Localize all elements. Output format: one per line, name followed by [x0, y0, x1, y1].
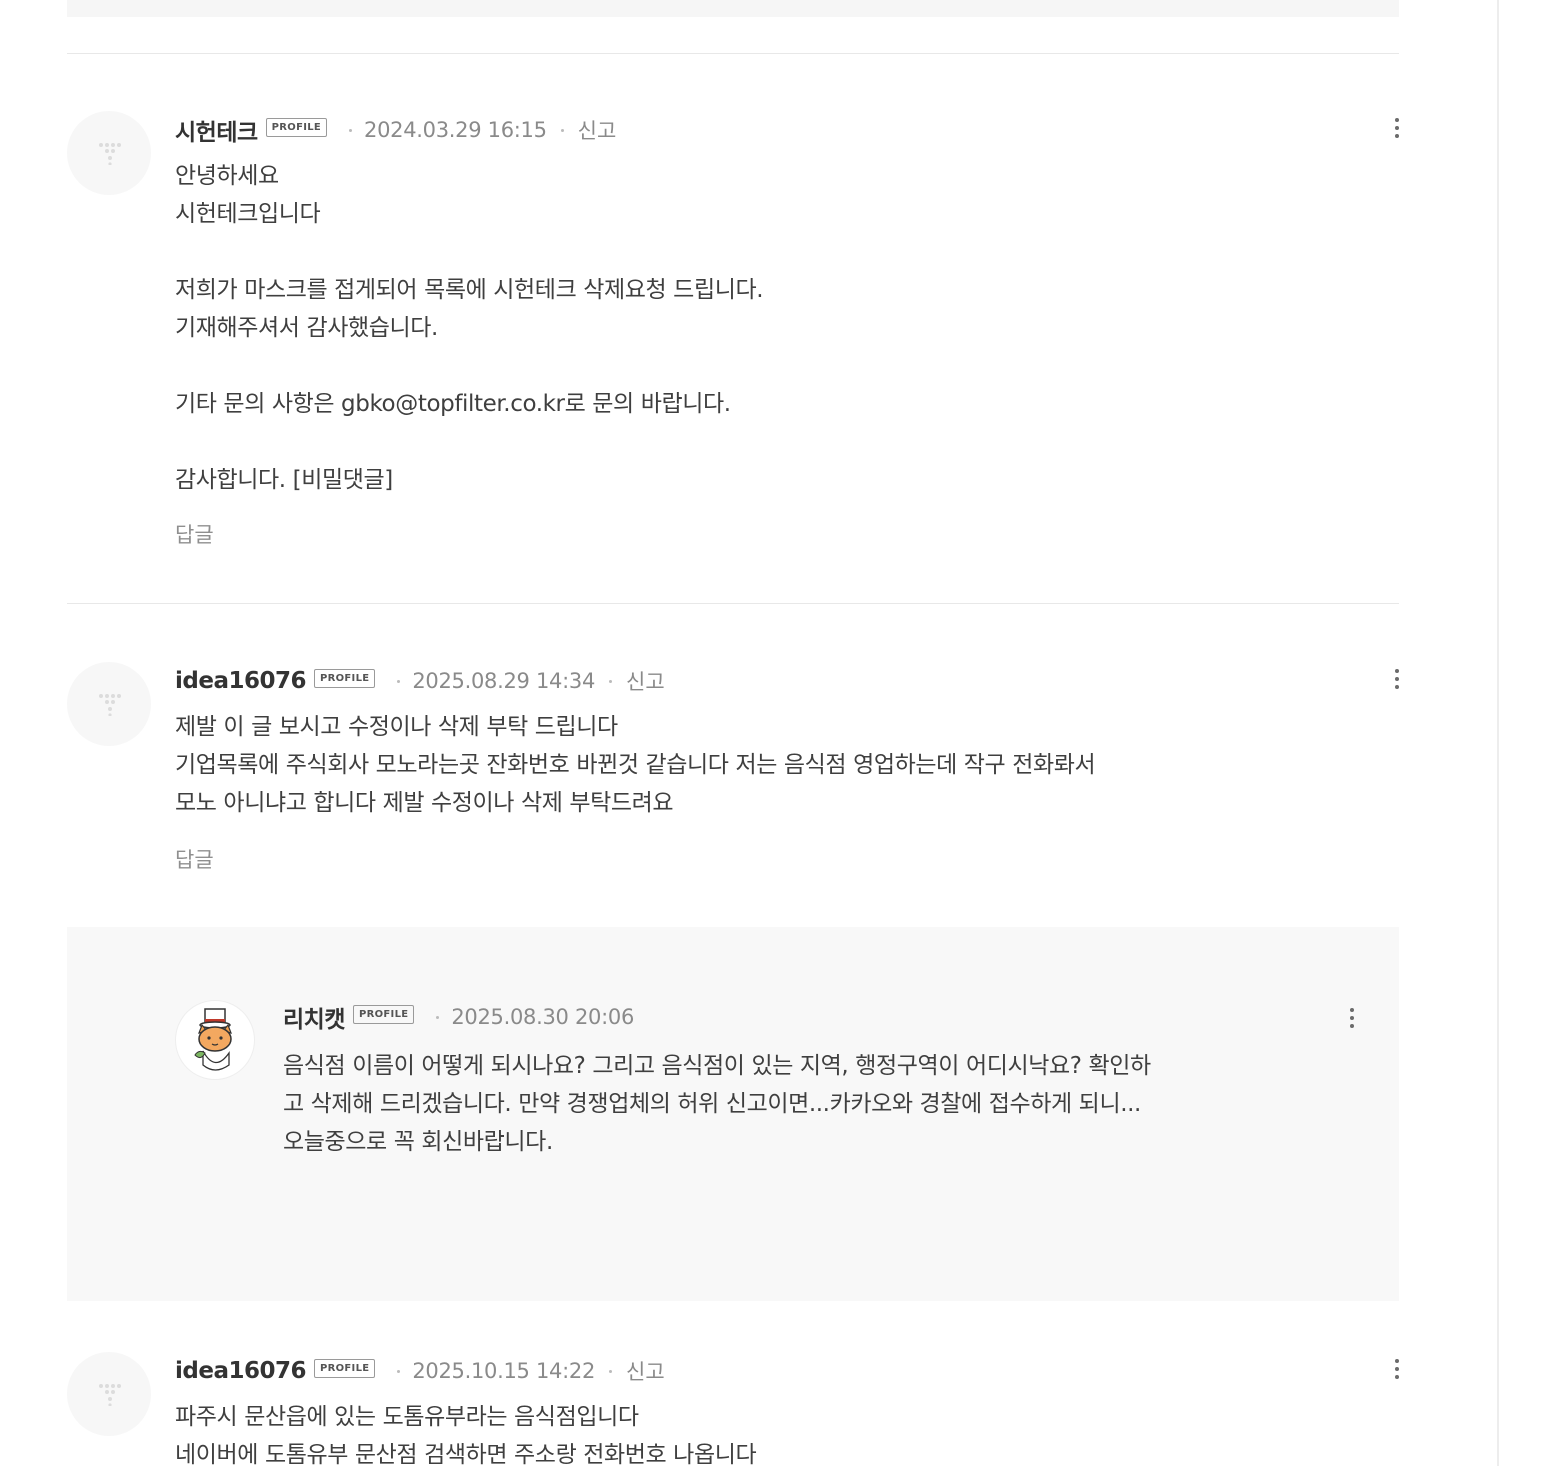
comment-divider [67, 603, 1399, 604]
comment-author[interactable]: 시헌테크 [175, 113, 258, 147]
page-right-divider [1497, 0, 1499, 1466]
reply-thread: 리치캣 PROFILE 2025.08.30 20:06 음식점 이름이 어떻게… [67, 927, 1399, 1301]
comment-header: 리치캣 PROFILE 2025.08.30 20:06 [283, 1000, 635, 1034]
separator-dot [397, 1369, 401, 1373]
more-options-icon[interactable] [1395, 118, 1399, 138]
comment-date: 2025.08.30 20:06 [451, 1005, 635, 1029]
separator-dot [609, 1369, 613, 1373]
comment-header: idea16076 PROFILE 2025.08.29 14:34 신고 [175, 666, 665, 696]
reply-button[interactable]: 답글 [175, 844, 214, 874]
comment-header: idea16076 PROFILE 2025.10.15 14:22 신고 [175, 1356, 665, 1386]
comment-body: 안녕하세요 시헌테크입니다 저희가 마스크를 접게되어 목록에 시헌테크 삭제요… [175, 163, 764, 493]
comment-body: 제발 이 글 보시고 수정이나 삭제 부탁 드립니다 기업목록에 주식회사 모노… [175, 714, 1096, 816]
report-link[interactable]: 신고 [578, 115, 617, 145]
separator-dot [349, 128, 353, 132]
separator-dot [560, 128, 564, 132]
default-avatar[interactable] [67, 1352, 151, 1436]
comment-body: 파주시 문산읍에 있는 도톰유부라는 음식점입니다 네이버에 도톰유부 문산점 … [175, 1404, 757, 1468]
profile-badge[interactable]: PROFILE [313, 1358, 376, 1378]
comment-author[interactable]: idea16076 [175, 668, 306, 694]
comment-divider [67, 53, 1399, 54]
profile-badge[interactable]: PROFILE [313, 668, 376, 688]
comment-date: 2024.03.29 16:15 [364, 118, 547, 142]
comment-author[interactable]: 리치캣 [283, 1000, 345, 1034]
report-link[interactable]: 신고 [626, 666, 665, 696]
default-avatar[interactable] [67, 111, 151, 195]
cat-avatar[interactable] [175, 1000, 255, 1080]
more-options-icon[interactable] [1350, 1008, 1354, 1028]
profile-badge[interactable]: PROFILE [265, 117, 328, 137]
cat-mascot-icon [194, 1008, 232, 1071]
comment-header: 시헌테크 PROFILE 2024.03.29 16:15 신고 [175, 113, 617, 147]
separator-dot [436, 1015, 440, 1019]
separator-dot [397, 679, 401, 683]
previous-reply-block-edge [67, 0, 1399, 17]
report-link[interactable]: 신고 [626, 1356, 665, 1386]
comment-author[interactable]: idea16076 [175, 1358, 306, 1384]
separator-dot [609, 679, 613, 683]
more-options-icon[interactable] [1395, 1359, 1399, 1379]
comment-date: 2025.10.15 14:22 [412, 1359, 596, 1383]
comment-body: 음식점 이름이 어떻게 되시나요? 그리고 음식점이 있는 지역, 행정구역이 … [283, 1053, 1151, 1155]
default-avatar-icon [99, 1384, 121, 1406]
comment-date: 2025.08.29 14:34 [412, 669, 596, 693]
reply-button[interactable]: 답글 [175, 519, 214, 549]
profile-badge[interactable]: PROFILE [352, 1004, 415, 1024]
default-avatar-icon [99, 694, 121, 716]
default-avatar[interactable] [67, 662, 151, 746]
more-options-icon[interactable] [1395, 669, 1399, 689]
default-avatar-icon [99, 143, 121, 165]
